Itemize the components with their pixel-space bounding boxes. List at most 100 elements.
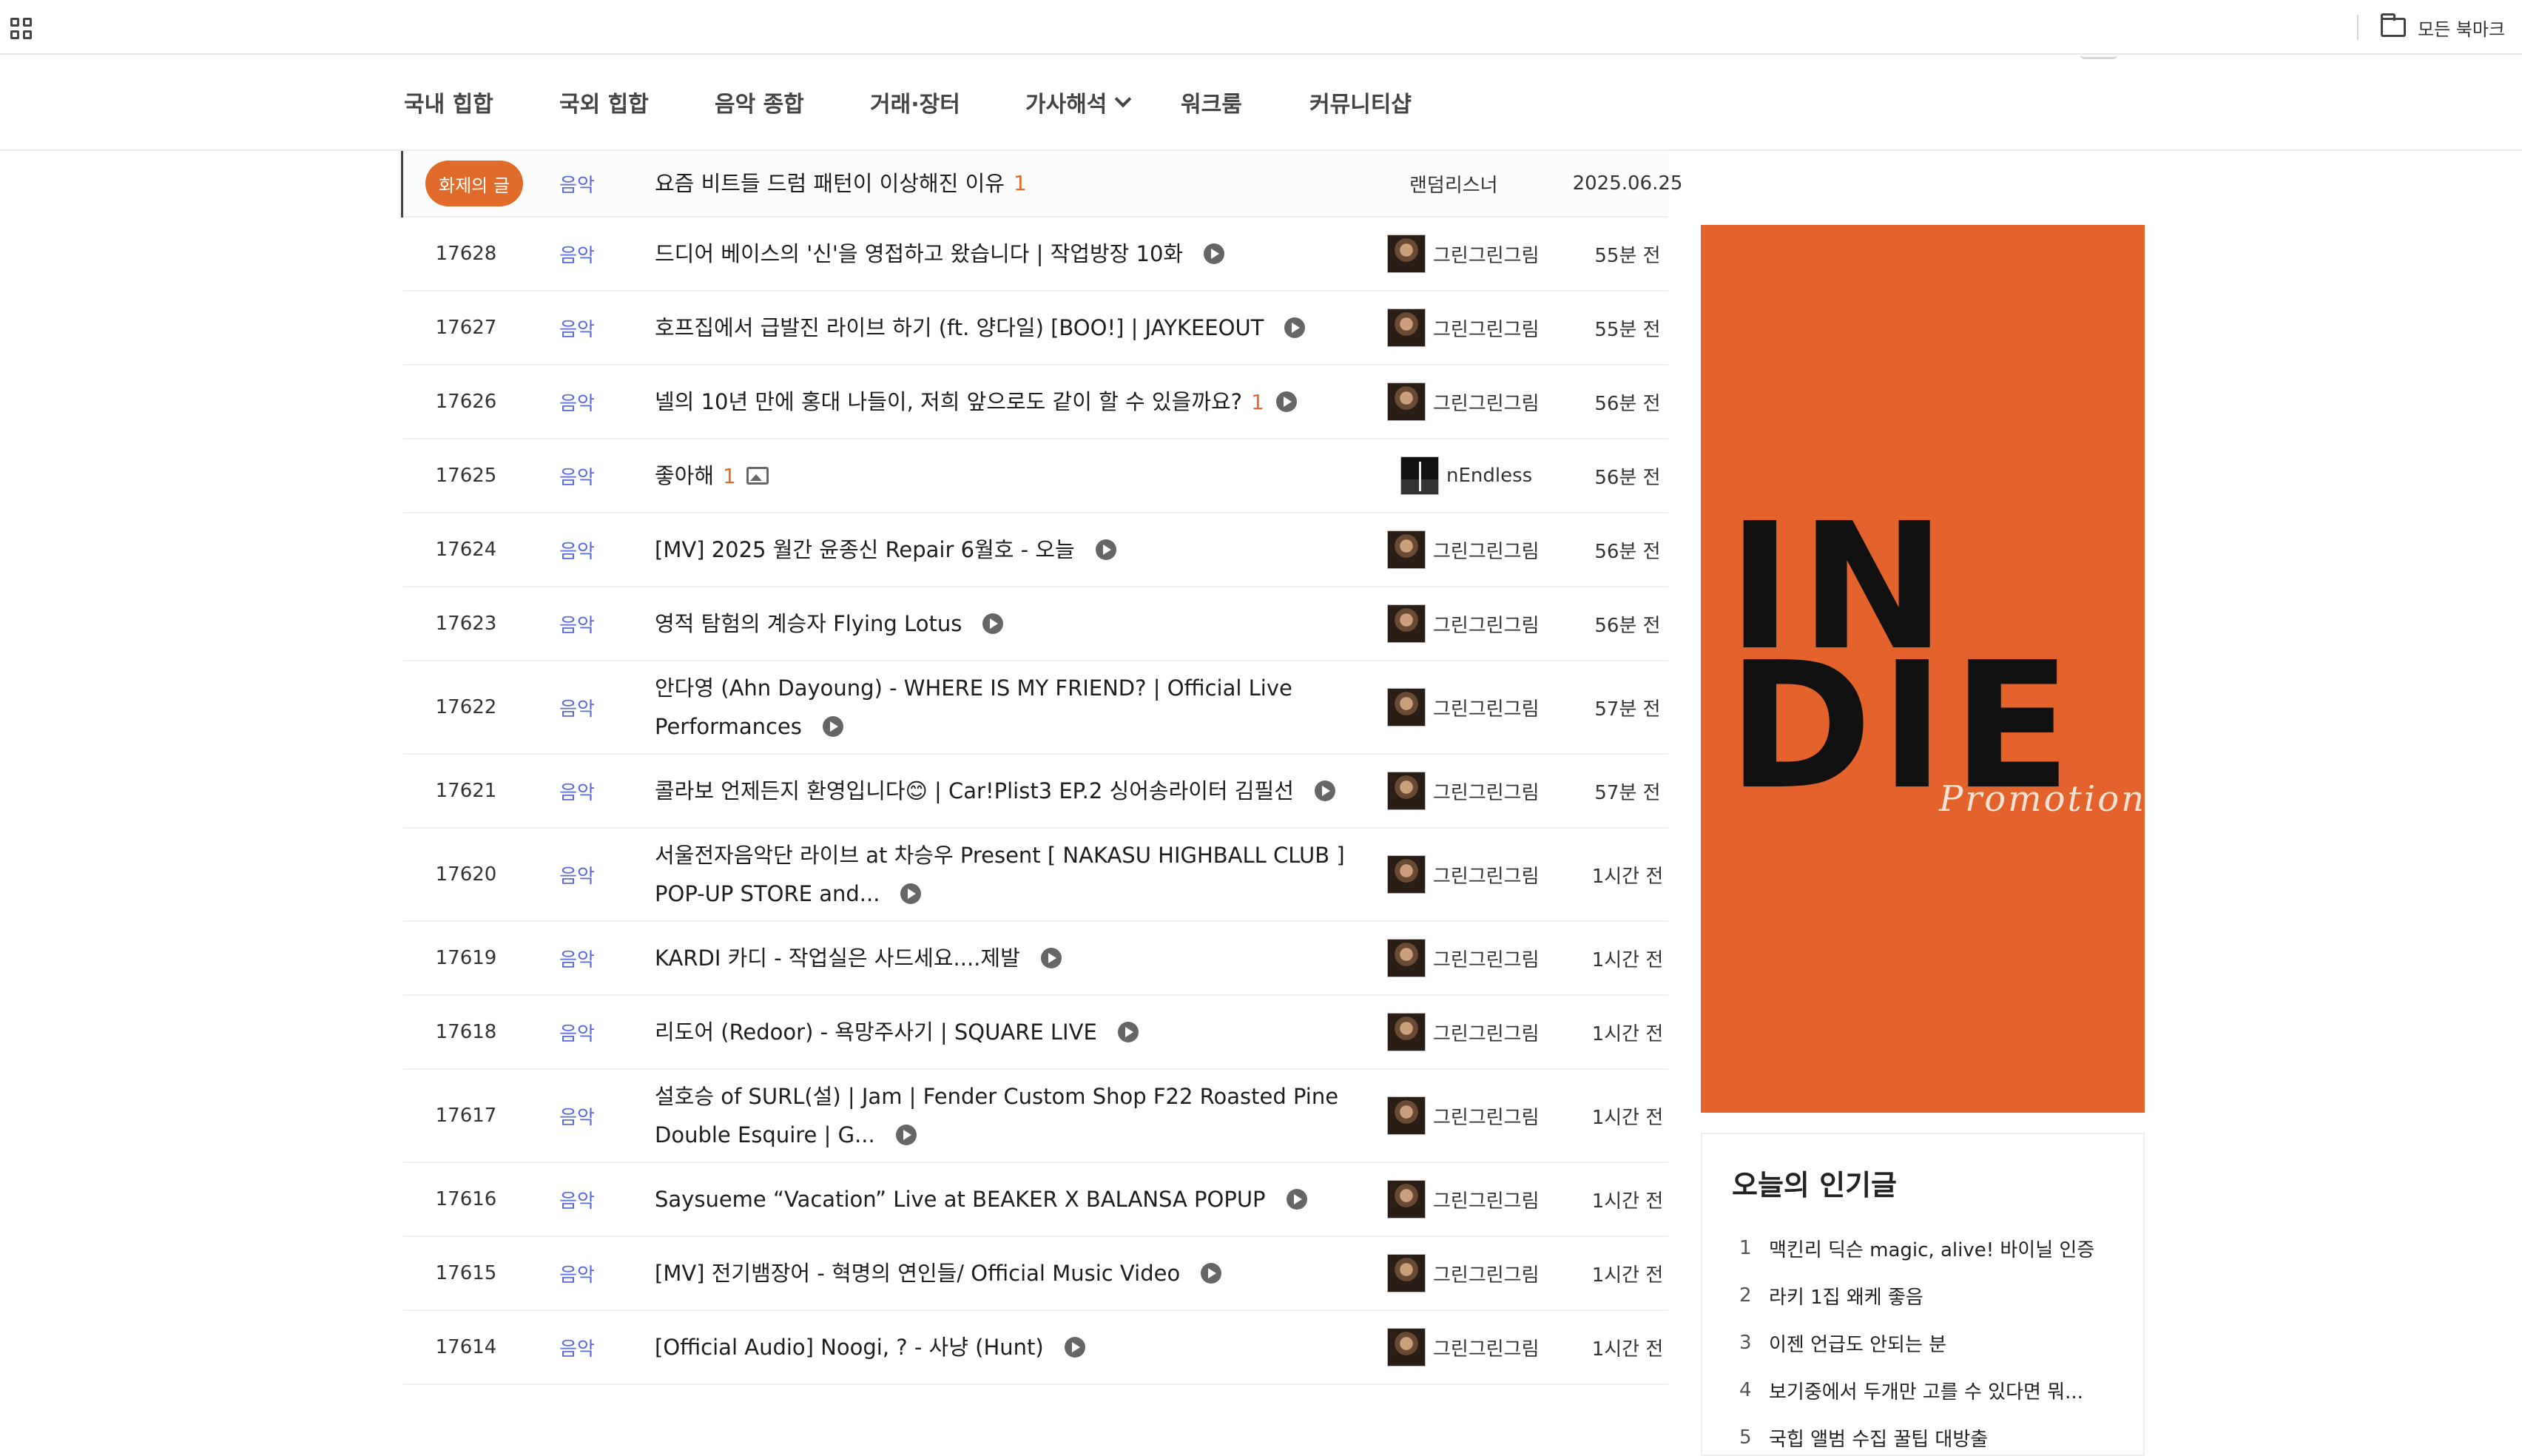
post-title-cell[interactable]: 호프집에서 급발진 라이브 하기 (ft. 양다일) [BOO!] | JAYK…: [655, 291, 1395, 364]
post-author[interactable]: 그린그린그림: [1387, 291, 1572, 364]
post-row[interactable]: 17625 음악 좋아해 1 nEndless 56분 전: [403, 439, 1668, 513]
popular-item[interactable]: 5 국힙 앨범 수집 꿀팁 대방출: [1739, 1414, 2094, 1456]
apps-grid-icon[interactable]: [10, 18, 33, 40]
author-name[interactable]: 그린그린그림: [1433, 861, 1540, 889]
post-row[interactable]: 17614 음악 [Official Audio] Noogi, ? - 사냥 (H…: [403, 1311, 1668, 1385]
post-title[interactable]: [MV] 전기뱀장어 - 혁명의 연인들/ Official Music Vid…: [655, 1261, 1180, 1286]
nav-item-domestic-hiphop[interactable]: 국내 힙합: [404, 84, 493, 120]
post-author[interactable]: 그린그린그림: [1387, 829, 1572, 920]
post-title[interactable]: [MV] 2025 월간 윤종신 Repair 6월호 - 오늘: [655, 537, 1075, 562]
post-row[interactable]: 17626 음악 넬의 10년 만에 홍대 나들이, 저희 앞으로도 같이 할 수 …: [403, 365, 1668, 439]
post-row[interactable]: 17619 음악 KARDI 카디 - 작업실은 사드세요....제발 그린그린그림 1…: [403, 922, 1668, 996]
post-title-cell[interactable]: [Official Audio] Noogi, ? - 사냥 (Hunt): [655, 1311, 1395, 1383]
pinned-title[interactable]: 요즘 비트들 드럼 패턴이 이상해진 이유: [655, 164, 1005, 203]
post-category[interactable]: 음악: [522, 829, 633, 920]
post-author[interactable]: 그린그린그림: [1387, 755, 1572, 827]
author-name[interactable]: 그린그린그림: [1433, 388, 1540, 416]
post-row[interactable]: 17621 음악 콜라보 언제든지 환영입니다😊 | Car!Plist3 EP.2…: [403, 755, 1668, 829]
post-category[interactable]: 음악: [522, 365, 633, 438]
popular-item-title[interactable]: 국힙 앨범 수집 꿀팁 대방출: [1769, 1424, 1988, 1452]
author-name[interactable]: 그린그린그림: [1433, 1260, 1540, 1287]
popular-item[interactable]: 4 보기중에서 두개만 고를 수 있다면 뭐...: [1739, 1366, 2094, 1414]
post-title-cell[interactable]: [MV] 2025 월간 윤종신 Repair 6월호 - 오늘: [655, 513, 1395, 586]
post-category[interactable]: 음악: [522, 1311, 633, 1383]
post-category[interactable]: 음악: [522, 291, 633, 364]
post-row[interactable]: 17616 음악 Saysueme “Vacation” Live at BEAKE…: [403, 1163, 1668, 1237]
popular-item-title[interactable]: 보기중에서 두개만 고를 수 있다면 뭐...: [1769, 1377, 2083, 1404]
post-author[interactable]: nEndless: [1387, 439, 1572, 512]
post-row[interactable]: 17623 음악 영적 탐험의 계승자 Flying Lotus 그린그린그림 56분 …: [403, 587, 1668, 661]
post-title-cell[interactable]: 서울전자음악단 라이브 at 차승우 Present [ NAKASU HIGH…: [655, 829, 1395, 920]
all-bookmarks-button[interactable]: 모든 북마크: [2381, 13, 2505, 41]
author-name[interactable]: 그린그린그림: [1433, 1102, 1540, 1130]
post-title-cell[interactable]: Saysueme “Vacation” Live at BEAKER X BAL…: [655, 1163, 1395, 1236]
post-title-cell[interactable]: 안다영 (Ahn Dayoung) - WHERE IS MY FRIEND? …: [655, 661, 1395, 753]
author-name[interactable]: 그린그린그림: [1433, 610, 1540, 638]
popular-item[interactable]: 3 이젠 언급도 안되는 분: [1739, 1319, 2094, 1366]
author-name[interactable]: 그린그린그림: [1433, 1334, 1540, 1361]
author-name[interactable]: 그린그린그림: [1433, 694, 1540, 721]
post-title-cell[interactable]: [MV] 전기뱀장어 - 혁명의 연인들/ Official Music Vid…: [655, 1237, 1395, 1310]
post-author[interactable]: 그린그린그림: [1387, 365, 1572, 438]
author-name[interactable]: 그린그린그림: [1433, 314, 1540, 342]
popular-item-title[interactable]: 이젠 언급도 안되는 분: [1769, 1329, 1946, 1357]
pinned-author[interactable]: 랜덤리스너: [1387, 151, 1572, 216]
post-category[interactable]: 음악: [522, 1070, 633, 1162]
post-category[interactable]: 음악: [522, 1163, 633, 1236]
post-category[interactable]: 음악: [522, 922, 633, 994]
post-title[interactable]: 좋아해: [655, 463, 714, 488]
post-title[interactable]: 서울전자음악단 라이브 at 차승우 Present [ NAKASU HIGH…: [655, 843, 1345, 906]
post-category[interactable]: 음악: [522, 587, 633, 660]
indie-promotion-banner[interactable]: IN DIE Promotion: [1701, 225, 2145, 1113]
post-title[interactable]: 호프집에서 급발진 라이브 하기 (ft. 양다일) [BOO!] | JAYK…: [655, 315, 1264, 340]
post-title[interactable]: 영적 탐험의 계승자 Flying Lotus: [655, 611, 962, 636]
post-row[interactable]: 17624 음악 [MV] 2025 월간 윤종신 Repair 6월호 - 오늘 그…: [403, 513, 1668, 587]
post-title[interactable]: 넬의 10년 만에 홍대 나들이, 저희 앞으로도 같이 할 수 있을까요?: [655, 389, 1242, 414]
post-author[interactable]: 그린그린그림: [1387, 661, 1572, 753]
post-title-cell[interactable]: 넬의 10년 만에 홍대 나들이, 저희 앞으로도 같이 할 수 있을까요? 1: [655, 365, 1395, 438]
nav-item-lyrics[interactable]: 가사해석: [1025, 84, 1132, 120]
pinned-title-cell[interactable]: 요즘 비트들 드럼 패턴이 이상해진 이유 1: [655, 151, 1395, 216]
post-row[interactable]: 17618 음악 리도어 (Redoor) - 욕망주사기 | SQUARE LIV…: [403, 996, 1668, 1070]
post-author[interactable]: 그린그린그림: [1387, 1311, 1572, 1383]
post-category[interactable]: 음악: [522, 218, 633, 290]
nav-item-community-shop[interactable]: 커뮤니티샵: [1309, 84, 1412, 120]
pinned-category[interactable]: 음악: [522, 151, 633, 216]
post-title-cell[interactable]: 드디어 베이스의 '신'을 영접하고 왔습니다 | 작업방장 10화: [655, 218, 1395, 290]
post-author[interactable]: 그린그린그림: [1387, 1163, 1572, 1236]
author-name[interactable]: 그린그린그림: [1433, 778, 1540, 805]
post-author[interactable]: 그린그린그림: [1387, 996, 1572, 1068]
post-row[interactable]: 17615 음악 [MV] 전기뱀장어 - 혁명의 연인들/ Official Mu…: [403, 1237, 1668, 1311]
post-title-cell[interactable]: 콜라보 언제든지 환영입니다😊 | Car!Plist3 EP.2 싱어송라이터…: [655, 755, 1395, 827]
popular-item[interactable]: 1 맥킨리 딕슨 magic, alive! 바이닐 인증: [1739, 1224, 2094, 1272]
popular-item-title[interactable]: 라키 1집 왜케 좋음: [1769, 1282, 1923, 1310]
post-author[interactable]: 그린그린그림: [1387, 1237, 1572, 1310]
post-title-cell[interactable]: 영적 탐험의 계승자 Flying Lotus: [655, 587, 1395, 660]
post-title[interactable]: [Official Audio] Noogi, ? - 사냥 (Hunt): [655, 1335, 1044, 1360]
post-title-cell[interactable]: 리도어 (Redoor) - 욕망주사기 | SQUARE LIVE: [655, 996, 1395, 1068]
post-row[interactable]: 17628 음악 드디어 베이스의 '신'을 영접하고 왔습니다 | 작업방장 10…: [403, 218, 1668, 291]
author-name[interactable]: 그린그린그림: [1433, 945, 1540, 972]
post-category[interactable]: 음악: [522, 439, 633, 512]
post-title[interactable]: 드디어 베이스의 '신'을 영접하고 왔습니다 | 작업방장 10화: [655, 241, 1183, 266]
nav-item-workroom[interactable]: 워크룸: [1181, 84, 1242, 120]
post-title[interactable]: 콜라보 언제든지 환영입니다😊 | Car!Plist3 EP.2 싱어송라이터…: [655, 778, 1294, 803]
pinned-row[interactable]: 화제의 글 음악 요즘 비트들 드럼 패턴이 이상해진 이유 1 랜덤리스너 20…: [403, 151, 1682, 218]
post-row[interactable]: 17617 음악 설호승 of SURL(설) | Jam | Fender Cus…: [403, 1070, 1668, 1163]
author-name[interactable]: 그린그린그림: [1433, 1186, 1540, 1213]
post-author[interactable]: 그린그린그림: [1387, 513, 1572, 586]
popular-item-title[interactable]: 맥킨리 딕슨 magic, alive! 바이닐 인증: [1769, 1235, 2094, 1262]
post-author[interactable]: 그린그린그림: [1387, 587, 1572, 660]
post-title[interactable]: 설호승 of SURL(설) | Jam | Fender Custom Sho…: [655, 1084, 1338, 1147]
author-name[interactable]: 그린그린그림: [1433, 1019, 1540, 1046]
post-category[interactable]: 음악: [522, 996, 633, 1068]
post-title[interactable]: 안다영 (Ahn Dayoung) - WHERE IS MY FRIEND? …: [655, 675, 1292, 739]
post-title-cell[interactable]: 좋아해 1: [655, 439, 1395, 512]
post-author[interactable]: 그린그린그림: [1387, 922, 1572, 994]
nav-item-market[interactable]: 거래·장터: [870, 84, 960, 120]
author-name[interactable]: 그린그린그림: [1433, 536, 1540, 564]
post-row[interactable]: 17627 음악 호프집에서 급발진 라이브 하기 (ft. 양다일) [BOO!]…: [403, 291, 1668, 365]
post-category[interactable]: 음악: [522, 513, 633, 586]
post-title-cell[interactable]: 설호승 of SURL(설) | Jam | Fender Custom Sho…: [655, 1070, 1395, 1162]
popular-item[interactable]: 2 라키 1집 왜케 좋음: [1739, 1272, 2094, 1319]
